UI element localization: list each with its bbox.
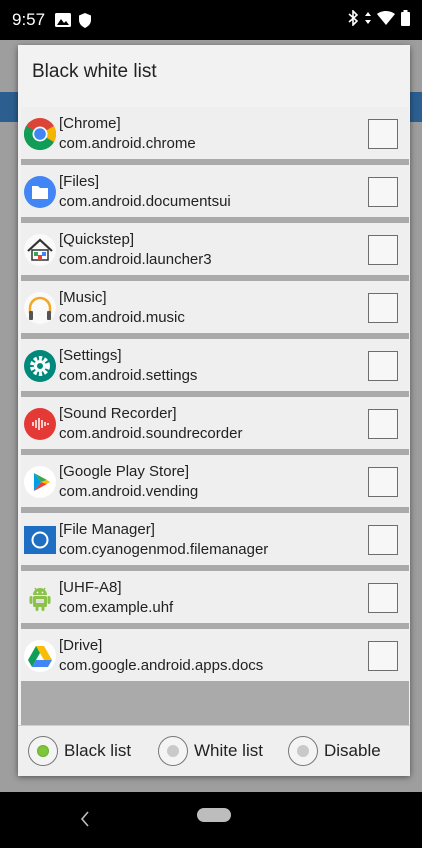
app-package: com.android.chrome [59,135,196,152]
data-arrows-icon [365,11,371,29]
app-row-sound-recorder[interactable]: [Sound Recorder] com.android.soundrecord… [21,397,409,449]
drive-icon [23,639,57,673]
app-name: [UHF-A8] [59,579,122,596]
app-package: com.android.settings [59,367,198,384]
app-package: com.android.launcher3 [59,251,212,268]
app-checkbox[interactable] [368,235,398,265]
app-checkbox[interactable] [368,177,398,207]
app-checkbox[interactable] [368,525,398,555]
app-name: [File Manager] [59,521,155,538]
app-checkbox[interactable] [368,293,398,323]
app-row-quickstep[interactable]: [Quickstep] com.android.launcher3 [21,223,409,275]
files-icon [23,175,57,209]
chrome-icon [23,117,57,151]
list-mode-radio-group: Black list White list Disable [18,725,410,776]
app-name: [Settings] [59,347,122,364]
back-chevron-icon[interactable] [78,806,92,832]
radio-label: Black list [64,741,132,760]
app-package: com.example.uhf [59,599,174,616]
android-robot-icon [23,581,57,615]
radio-button[interactable] [158,736,188,766]
home-pill-button[interactable] [197,808,231,822]
battery-icon [401,9,410,31]
navigation-bar [0,792,422,848]
headphones-icon [23,291,57,325]
app-package: com.google.android.apps.docs [59,657,264,674]
radio-white-list[interactable]: White list [158,736,263,766]
launcher-house-icon [23,233,57,267]
app-row-file-manager[interactable]: [File Manager] com.cyanogenmod.filemanag… [21,513,409,565]
app-name: [Google Play Store] [59,463,190,480]
radio-disable[interactable]: Disable [288,736,381,766]
app-name: [Files] [59,173,100,190]
app-row-music[interactable]: [Music] com.android.music [21,281,409,333]
play-store-icon [23,465,57,499]
app-name: [Music] [59,289,107,306]
black-white-list-dialog: Black white list [Chrome] com.android.ch… [18,45,410,776]
app-package: com.cyanogenmod.filemanager [59,541,269,558]
app-checkbox[interactable] [368,583,398,613]
wifi-icon [377,10,395,30]
app-package: com.android.soundrecorder [59,425,243,442]
bluetooth-icon [348,8,359,31]
radio-black-list[interactable]: Black list [28,736,131,766]
radio-label: White list [194,741,263,760]
radio-button-selected[interactable] [28,736,58,766]
app-checkbox[interactable] [368,641,398,671]
sound-recorder-icon [23,407,57,441]
image-notification-icon [55,13,72,27]
radio-button[interactable] [288,736,318,766]
app-name: [Drive] [59,637,103,654]
status-bar: 9:57 [0,0,422,40]
app-row-play-store[interactable]: [Google Play Store] com.android.vending [21,455,409,507]
radio-label: Disable [324,741,381,760]
app-package: com.android.vending [59,483,199,500]
status-time: 9:57 [12,10,46,29]
app-row-settings[interactable]: [Settings] com.android.settings [21,339,409,391]
file-manager-icon [23,523,57,557]
app-checkbox[interactable] [368,119,398,149]
app-checkbox[interactable] [368,409,398,439]
dialog-title: Black white list [32,61,157,82]
shield-notification-icon [79,12,92,28]
settings-gear-icon [23,349,57,383]
app-row-chrome[interactable]: [Chrome] com.android.chrome [21,107,409,159]
app-checkbox[interactable] [368,467,398,497]
app-name: [Chrome] [59,115,121,132]
app-row-uhf-a8[interactable]: [UHF-A8] com.example.uhf [21,571,409,623]
app-list[interactable]: [Chrome] com.android.chrome [Files] com.… [21,107,409,763]
app-package: com.android.music [59,309,185,326]
app-row-files[interactable]: [Files] com.android.documentsui [21,165,409,217]
app-row-drive[interactable]: [Drive] com.google.android.apps.docs [21,629,409,681]
app-checkbox[interactable] [368,351,398,381]
app-package: com.android.documentsui [59,193,231,210]
app-name: [Sound Recorder] [59,405,177,422]
app-name: [Quickstep] [59,231,135,248]
